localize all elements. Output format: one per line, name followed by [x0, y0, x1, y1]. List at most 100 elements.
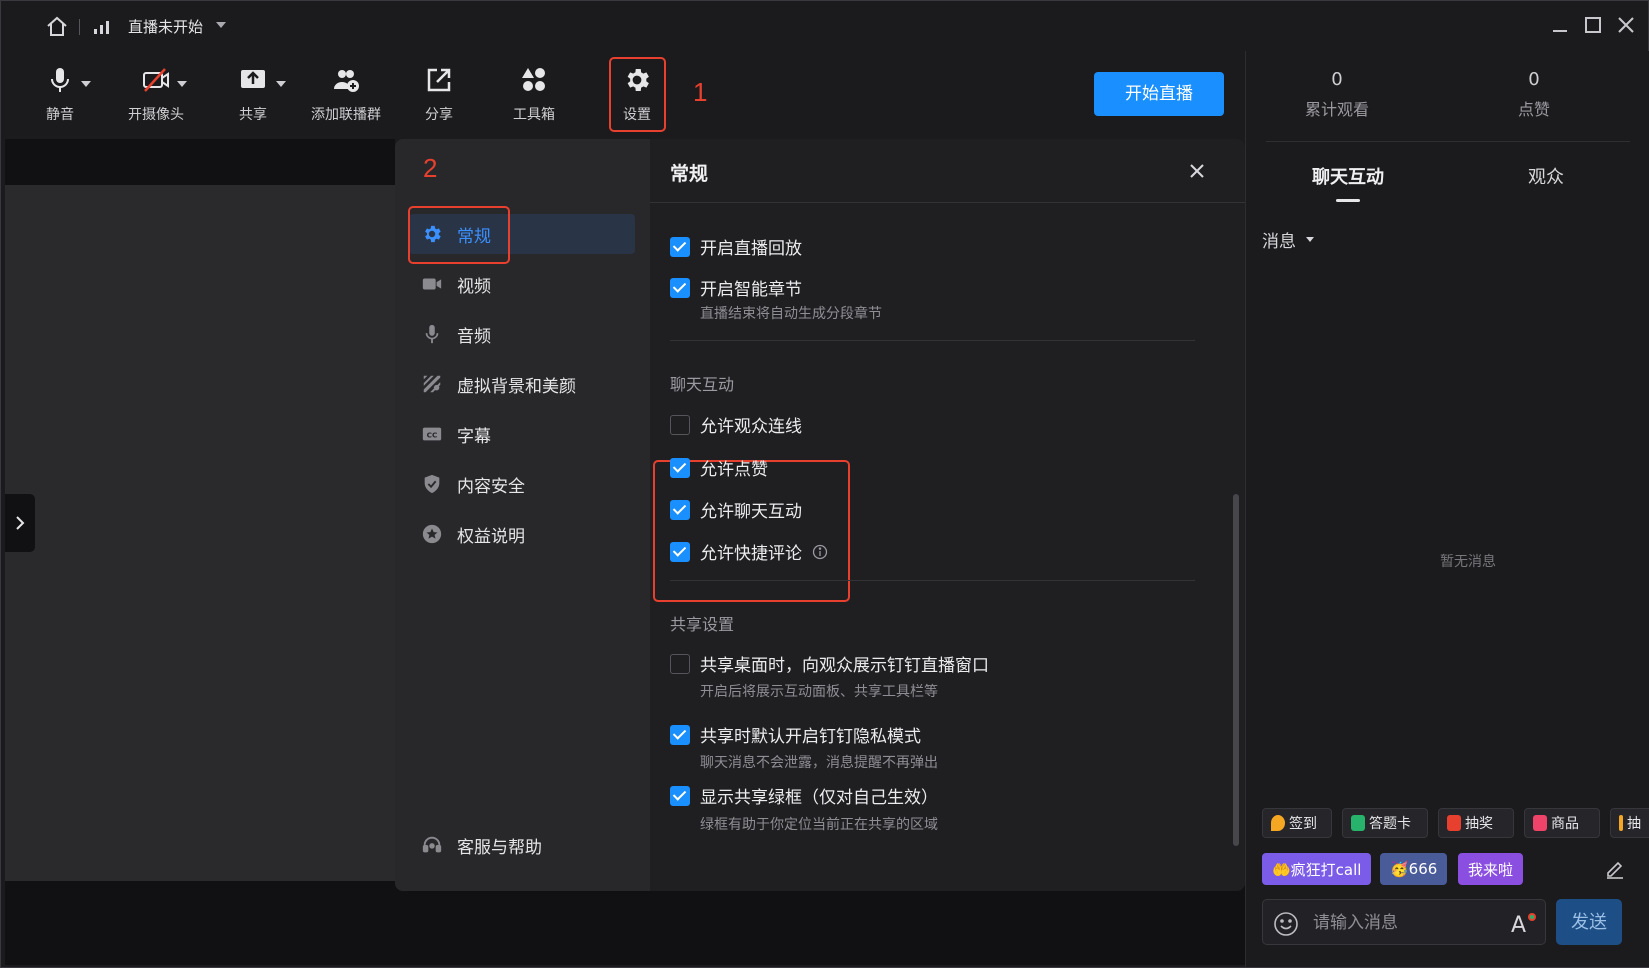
stat-label: 累计观看: [1304, 100, 1369, 119]
close-icon[interactable]: [1187, 161, 1207, 181]
toolbar-label: 工具箱: [513, 107, 555, 123]
option-allow-chat[interactable]: 允许聊天互动: [670, 497, 802, 522]
share-link-button[interactable]: 分享: [394, 65, 484, 127]
edit-icon[interactable]: [1604, 858, 1626, 880]
stat-value: 0: [1331, 69, 1343, 90]
quick-comment-call[interactable]: 🤲疯狂打call: [1262, 853, 1372, 885]
checkbox-checked[interactable]: [670, 236, 690, 257]
nav-label: 音频: [457, 326, 491, 347]
option-hint: 开启后将展示互动面板、共享工具栏等: [700, 684, 938, 700]
option-green-frame[interactable]: 显示共享绿框（仅对自己生效）: [670, 783, 938, 808]
filter-label: 消息: [1262, 232, 1296, 252]
home-icon[interactable]: [45, 15, 69, 39]
toolbox-button[interactable]: 工具箱: [489, 65, 579, 127]
tool-lottery[interactable]: 抽奖: [1438, 808, 1514, 838]
option-allow-like[interactable]: 允许点赞: [670, 455, 768, 480]
external-share-icon: [427, 68, 451, 92]
option-label: 允许点赞: [700, 460, 768, 480]
option-allow-connect[interactable]: 允许观众连线: [670, 412, 802, 437]
chevron-right-icon: [16, 516, 25, 530]
nav-item-audio[interactable]: 音频: [409, 314, 635, 354]
nav-item-video[interactable]: 视频: [409, 264, 635, 304]
live-status[interactable]: 直播未开始: [128, 16, 203, 37]
live-streaming-window: 直播未开始 静音 开摄像头 共享 添加联播群 分享 工具箱 设置 1 开始直播: [0, 0, 1649, 968]
cc-icon: CC: [422, 427, 442, 441]
tab-chat[interactable]: 聊天互动: [1312, 163, 1384, 189]
nav-item-rights[interactable]: 权益说明: [409, 514, 635, 554]
chevron-down-icon: [1306, 237, 1314, 242]
annotation-number: 1: [693, 77, 708, 107]
maximize-icon[interactable]: [1581, 13, 1605, 37]
option-hint: 绿框有助于你定位当前正在共享的区域: [700, 817, 938, 833]
close-window-icon[interactable]: [1614, 13, 1638, 37]
checkbox-checked[interactable]: [670, 785, 690, 806]
tool-more[interactable]: 抽: [1610, 808, 1649, 838]
option-allow-quick-comment[interactable]: 允许快捷评论: [670, 539, 828, 564]
annotation-number: 2: [423, 153, 438, 183]
tool-label: 商品: [1551, 816, 1579, 832]
checkbox-unchecked[interactable]: [670, 414, 690, 435]
message-filter-dropdown[interactable]: 消息: [1262, 227, 1314, 252]
scrollbar[interactable]: [1233, 494, 1239, 846]
tool-checkin[interactable]: 签到: [1262, 808, 1332, 838]
font-style-icon[interactable]: A: [1509, 910, 1537, 936]
chevron-down-icon[interactable]: [81, 81, 91, 87]
option-label: 允许快捷评论: [700, 544, 802, 564]
location-pin-icon: [1271, 815, 1285, 831]
interaction-sidebar: 0 累计观看 0 点赞 聊天互动 观众 消息 暂无消息 签到 答题卡 抽奖 商品…: [1245, 51, 1649, 967]
svg-text:CC: CC: [427, 431, 438, 440]
option-label: 允许聊天互动: [700, 502, 802, 522]
empty-state: 暂无消息: [1440, 554, 1496, 570]
checkbox-checked[interactable]: [670, 277, 690, 298]
shield-icon: [424, 474, 440, 494]
tool-products[interactable]: 商品: [1524, 808, 1600, 838]
chevron-down-icon[interactable]: [276, 81, 286, 87]
chevron-down-icon[interactable]: [177, 81, 187, 87]
checkbox-checked[interactable]: [670, 457, 690, 478]
toolbar-label: 分享: [425, 107, 453, 123]
option-show-window[interactable]: 共享桌面时，向观众展示钉钉直播窗口: [670, 651, 989, 676]
share-screen-button[interactable]: 共享: [208, 65, 298, 127]
minimize-icon[interactable]: [1548, 13, 1572, 37]
tool-label: 答题卡: [1369, 816, 1411, 832]
section-divider: [670, 580, 1195, 581]
start-live-button[interactable]: 开始直播: [1094, 72, 1224, 116]
checkbox-checked[interactable]: [670, 541, 690, 562]
card-icon: [1351, 815, 1365, 831]
expand-panel-button[interactable]: [5, 494, 35, 552]
emoji-icon[interactable]: [1273, 911, 1299, 937]
option-replay[interactable]: 开启直播回放: [670, 234, 802, 259]
camera-button[interactable]: 开摄像头: [111, 65, 201, 127]
toolbar-label: 共享: [239, 107, 267, 123]
option-privacy[interactable]: 共享时默认开启钉钉隐私模式: [670, 722, 921, 747]
quick-comment-here[interactable]: 我来啦: [1458, 853, 1524, 885]
message-input[interactable]: [1313, 909, 1493, 937]
svg-text:A: A: [1511, 913, 1526, 936]
option-chapters[interactable]: 开启智能章节: [670, 275, 802, 300]
section-divider: [670, 340, 1195, 341]
nav-label: 虚拟背景和美颜: [457, 376, 576, 397]
checkbox-checked[interactable]: [670, 499, 690, 520]
tool-quiz-card[interactable]: 答题卡: [1342, 808, 1428, 838]
nav-item-content-safety[interactable]: 内容安全: [409, 464, 635, 504]
nav-item-help[interactable]: 客服与帮助: [409, 825, 635, 865]
mute-button[interactable]: 静音: [15, 65, 105, 127]
option-label: 显示共享绿框（仅对自己生效）: [700, 788, 938, 808]
coupon-icon: [1619, 815, 1623, 831]
tab-audience[interactable]: 观众: [1528, 163, 1564, 189]
option-hint: 聊天消息不会泄露，消息提醒不再弹出: [700, 755, 938, 771]
chevron-down-icon[interactable]: [216, 22, 226, 28]
nav-label: 权益说明: [457, 526, 525, 547]
stat-likes: 0 点赞: [1454, 69, 1614, 120]
quick-comment-666[interactable]: 🥳666: [1380, 853, 1448, 885]
info-icon[interactable]: [812, 544, 828, 560]
checkbox-checked[interactable]: [670, 724, 690, 745]
send-button[interactable]: 发送: [1556, 899, 1622, 945]
microphone-icon: [425, 324, 439, 344]
option-hint: 直播结束将自动生成分段章节: [700, 306, 882, 322]
checkbox-unchecked[interactable]: [670, 653, 690, 674]
nav-item-background[interactable]: 虚拟背景和美颜: [409, 364, 635, 404]
nav-item-subtitles[interactable]: CC 字幕: [409, 414, 635, 454]
tool-label: 签到: [1289, 816, 1317, 832]
add-group-button[interactable]: 添加联播群: [301, 65, 391, 127]
